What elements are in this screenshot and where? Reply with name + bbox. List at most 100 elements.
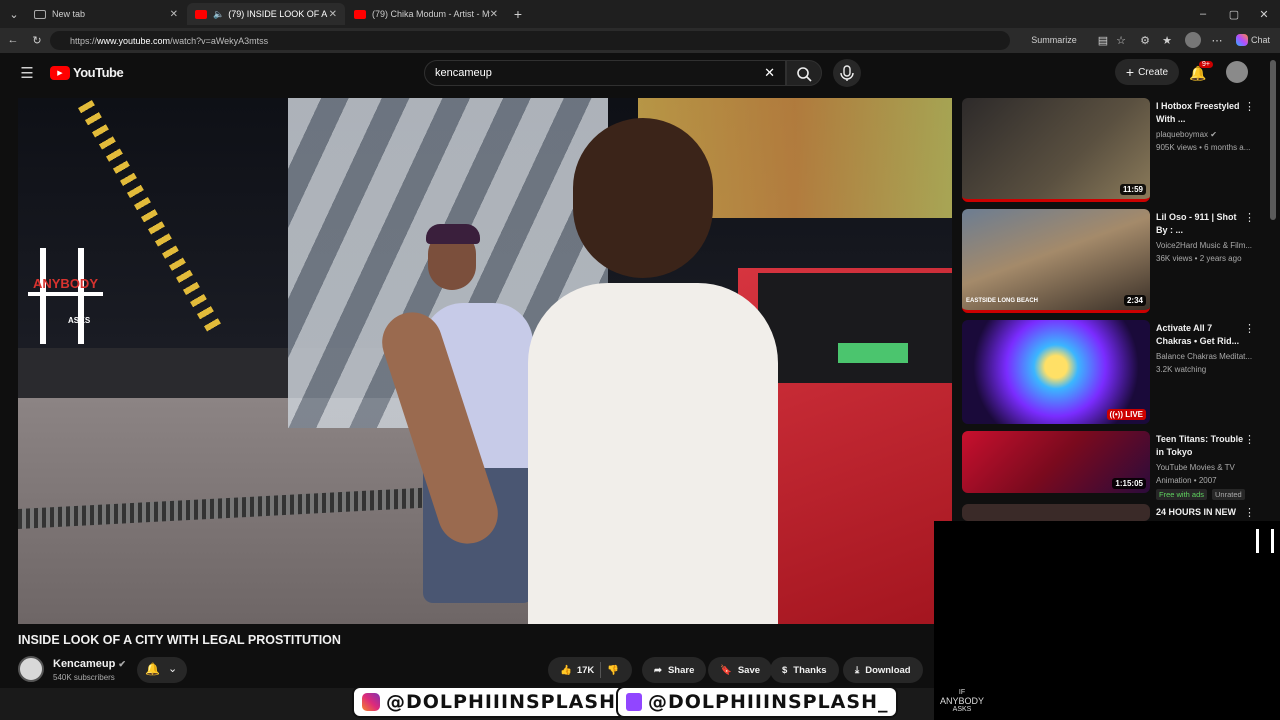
more-options-icon[interactable]: ⋮ — [1244, 322, 1255, 335]
tab-label: (79) Chika Modum - Artist - My Po — [372, 9, 490, 19]
close-tab-icon[interactable]: ✕ — [170, 9, 178, 20]
like-button[interactable]: 👍 17K — [560, 665, 594, 676]
rec-title[interactable]: I Hotbox Freestyled With ... — [1156, 100, 1248, 126]
save-label: Save — [737, 664, 761, 676]
rec-channel[interactable]: Balance Chakras Meditat... — [1156, 350, 1256, 363]
share-button[interactable]: ➦ Share — [642, 657, 707, 683]
video-thumbnail[interactable] — [962, 504, 1150, 521]
copilot-icon — [1235, 34, 1248, 46]
download-icon: ⤓ — [855, 664, 860, 676]
new-tab-button[interactable]: + — [510, 6, 526, 22]
more-options-icon[interactable]: ⋮ — [1244, 100, 1255, 113]
url-field[interactable]: https://www.youtube.com/watch?v=aWekyA3m… — [50, 31, 1010, 50]
subscription-bell-button[interactable]: 🔔 ⌄ — [137, 657, 187, 683]
url-prefix: https:// — [70, 35, 98, 46]
copilot-chat-button[interactable]: Chat — [1233, 33, 1273, 47]
maximize-icon[interactable]: ▢ — [1226, 6, 1242, 22]
twitch-handle: @DOLPHIIINSPLASH_ — [648, 691, 889, 713]
free-with-ads-badge: Free with ads — [1156, 489, 1208, 500]
clear-search-icon[interactable]: ✕ — [764, 65, 775, 81]
rec-channel[interactable]: plaqueboymax ✔ — [1156, 128, 1256, 141]
more-options-icon[interactable]: ⋮ — [1244, 211, 1255, 224]
more-options-icon[interactable]: ⋮ — [1244, 433, 1255, 446]
profile-avatar[interactable] — [1185, 32, 1201, 48]
tab-list-chevron-icon[interactable]: ⌄ — [6, 6, 22, 22]
close-tab-icon[interactable]: ✕ — [329, 9, 337, 20]
browser-tab-bar: ⌄ New tab ✕ 🔈 (79) INSIDE LOOK OF A CITY… — [0, 0, 1280, 28]
rec-title[interactable]: Activate All 7 Chakras • Get Rid... — [1156, 322, 1248, 348]
hamburger-menu-icon[interactable]: ☰ — [18, 65, 36, 82]
rec-meta: 905K views • 6 months a... — [1156, 143, 1251, 152]
rec-title[interactable]: Teen Titans: Trouble in Tokyo — [1156, 433, 1248, 459]
tab-chika-modum[interactable]: (79) Chika Modum - Artist - My Po ✕ — [346, 3, 506, 25]
video-thumbnail[interactable]: ((•)) LIVE — [962, 320, 1150, 424]
video-frame-person-foreground — [528, 283, 778, 624]
voice-search-button[interactable] — [833, 59, 861, 87]
anybody-asks-logo: ANYBODY ASKS — [28, 248, 103, 344]
favorites-icon[interactable]: ★ — [1160, 33, 1174, 47]
youtube-favicon-icon — [354, 9, 366, 19]
search-input[interactable]: kencameup ✕ — [424, 60, 786, 86]
verified-icon: ✔ — [1210, 130, 1217, 139]
tab-new-tab[interactable]: New tab ✕ — [26, 3, 186, 25]
channel-name[interactable]: Kencameup ✔ — [53, 658, 126, 670]
recommendation-item[interactable]: EASTSIDE LONG BEACH 2:34 Lil Oso - 911 |… — [962, 209, 1262, 315]
page-scrollbar[interactable] — [1270, 60, 1276, 220]
video-thumbnail[interactable]: EASTSIDE LONG BEACH 2:34 — [962, 209, 1150, 313]
create-button[interactable]: + Create — [1115, 59, 1179, 85]
more-options-icon[interactable]: ⋮ — [1244, 506, 1255, 519]
like-dislike-group: 👍 17K 👎 — [548, 657, 632, 683]
watermark-sub: ASKS — [952, 706, 972, 713]
recommendation-item[interactable]: 11:59 I Hotbox Freestyled With ... plaqu… — [962, 98, 1262, 204]
thumbnail-caption: EASTSIDE LONG BEACH — [966, 298, 1039, 304]
extensions-icon[interactable]: ⚙ — [1138, 33, 1152, 47]
thanks-button[interactable]: $ Thanks — [770, 657, 839, 683]
speaker-icon[interactable]: 🔈 — [213, 9, 224, 20]
dislike-button[interactable]: 👎 — [607, 665, 619, 676]
twitch-handle-banner: @DOLPHIIINSPLASH_ — [616, 686, 899, 718]
channel-avatar[interactable] — [18, 656, 44, 682]
rec-channel[interactable]: Voice2Hard Music & Film... — [1156, 239, 1256, 252]
minimize-icon[interactable]: – — [1195, 6, 1211, 22]
more-menu-icon[interactable]: ⋯ — [1210, 33, 1224, 47]
video-frame-car-window — [758, 273, 952, 383]
summarize-button[interactable]: Summarize — [1024, 33, 1084, 47]
download-button[interactable]: ⤓ Download — [843, 657, 923, 683]
search-icon — [797, 67, 812, 82]
video-frame-person-hair — [573, 118, 713, 278]
search-button[interactable] — [786, 60, 822, 86]
download-label: Download — [865, 664, 911, 676]
reload-icon[interactable]: ↻ — [30, 33, 44, 47]
address-bar-row: ← ↻ https://www.youtube.com/watch?v=aWek… — [0, 28, 1280, 53]
video-thumbnail[interactable]: 11:59 — [962, 98, 1150, 202]
rec-title[interactable]: Lil Oso - 911 | Shot By : ... — [1156, 211, 1248, 237]
live-badge: ((•)) LIVE — [1106, 409, 1146, 420]
recommendation-item[interactable]: ((•)) LIVE Activate All 7 Chakras • Get … — [962, 320, 1262, 426]
account-avatar[interactable] — [1226, 61, 1248, 83]
tab-youtube-active[interactable]: 🔈 (79) INSIDE LOOK OF A CITY W ✕ — [187, 3, 345, 25]
video-thumbnail[interactable]: 1:15:05 — [962, 431, 1150, 493]
back-icon[interactable]: ← — [6, 33, 20, 47]
chat-label: Chat — [1250, 35, 1270, 45]
save-button[interactable]: 🔖 Save — [708, 657, 773, 683]
like-count: 17K — [576, 664, 595, 676]
rec-channel[interactable]: YouTube Movies & TV — [1156, 461, 1256, 474]
logo-text: YouTube — [73, 65, 124, 80]
split-screen-icon[interactable]: ▤ — [1096, 33, 1110, 47]
create-label: Create — [1138, 66, 1169, 78]
rec-channel-text: plaqueboymax — [1156, 130, 1209, 139]
favorite-star-icon[interactable]: ☆ — [1114, 33, 1128, 47]
verified-icon: ✔ — [118, 659, 126, 669]
recommendation-item[interactable]: 24 HOURS IN NEW ⋮ — [962, 504, 1262, 521]
youtube-logo[interactable]: ▶ YouTube — [50, 65, 124, 80]
rec-title[interactable]: 24 HOURS IN NEW — [1156, 506, 1248, 519]
video-player[interactable]: ANYBODY ASKS — [18, 98, 952, 624]
instagram-handle: @DOLPHIIINSPLASH — [386, 691, 616, 713]
close-window-icon[interactable]: ✕ — [1256, 6, 1272, 22]
streamer-camera-overlay: IF ANYBODY ASKS — [934, 521, 1280, 720]
rec-meta: 36K views • 2 years ago — [1156, 254, 1242, 263]
duration-badge: 2:34 — [1123, 295, 1146, 306]
search-value: kencameup — [435, 67, 492, 79]
close-tab-icon[interactable]: ✕ — [490, 9, 498, 20]
share-icon: ➦ — [654, 664, 662, 676]
